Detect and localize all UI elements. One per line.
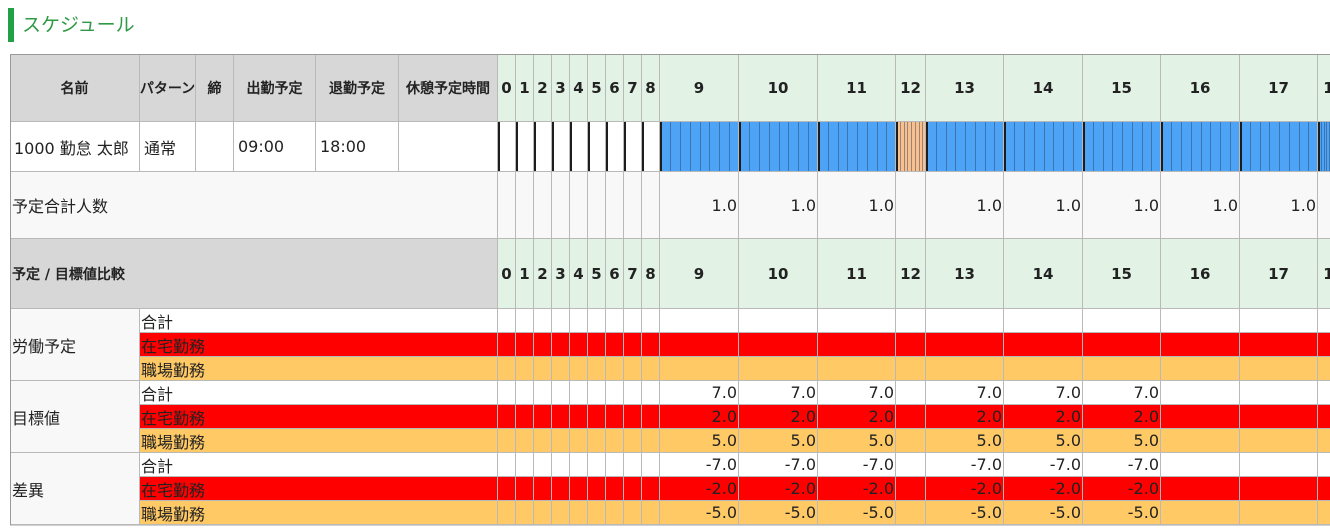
bottom-border — [10, 525, 1330, 526]
grid-frame — [10, 54, 1330, 525]
page-title: スケジュール — [8, 8, 135, 42]
